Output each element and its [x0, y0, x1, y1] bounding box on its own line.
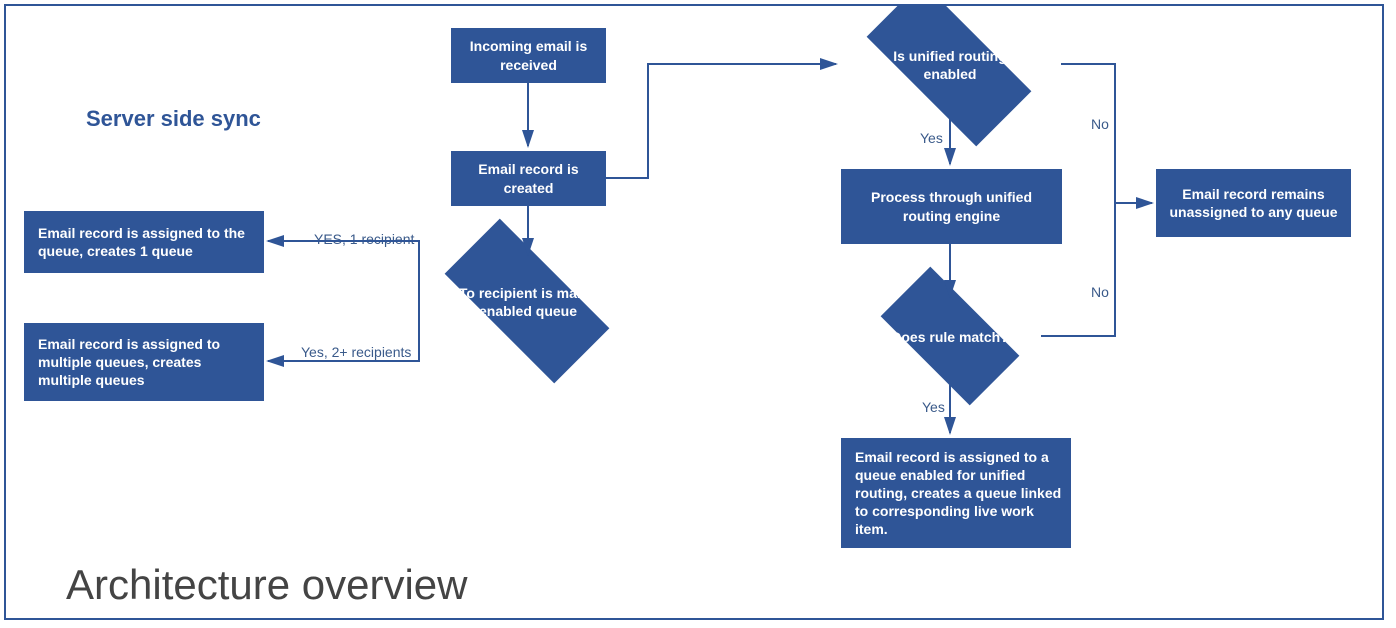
connectors	[6, 6, 1384, 620]
main-title: Architecture overview	[66, 561, 467, 609]
node-incoming: Incoming email is received	[451, 28, 606, 83]
node-remains-unassigned: Email record remains unassigned to any q…	[1156, 169, 1351, 237]
section-title: Server side sync	[86, 106, 261, 132]
edge-label-rule-no: No	[1091, 284, 1109, 300]
diagram-frame: Server side sync Architecture overview I…	[4, 4, 1384, 620]
node-assigned-unified: Email record is assigned to a queue enab…	[841, 438, 1071, 548]
node-assigned-multi: Email record is assigned to multiple que…	[24, 323, 264, 401]
edge-label-rule-yes: Yes	[922, 399, 945, 415]
edge-label-unified-no: No	[1091, 116, 1109, 132]
node-process-engine: Process through unified routing engine	[841, 169, 1062, 244]
edge-label-unified-yes: Yes	[920, 130, 943, 146]
node-created: Email record is created	[451, 151, 606, 206]
node-assigned-1: Email record is assigned to the queue, c…	[24, 211, 264, 273]
edge-label-yes-multi: Yes, 2+ recipients	[301, 344, 411, 360]
edge-label-yes-1: YES, 1 recipient	[314, 231, 414, 247]
